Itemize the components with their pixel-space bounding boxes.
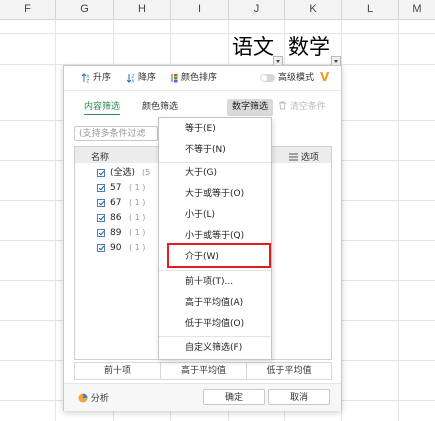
tab-color-filter[interactable]: 颜色筛选 xyxy=(142,100,178,114)
list-item-label: 67 xyxy=(110,198,122,208)
options-button[interactable]: 选项 xyxy=(289,150,319,163)
cell-chinese-header[interactable]: 语文 xyxy=(232,34,274,60)
list-item-label: 86 xyxy=(110,213,122,223)
sort-desc-label: 降序 xyxy=(138,73,157,83)
menu-separator xyxy=(159,162,271,163)
list-item-label: 89 xyxy=(110,228,122,238)
menu-item-not-equals[interactable]: 不等于(N) xyxy=(185,143,226,157)
sort-asc-label: 升序 xyxy=(93,73,112,83)
color-sort-label: 颜色排序 xyxy=(181,73,218,83)
trash-icon xyxy=(278,101,290,112)
search-input[interactable]: (支持多条件过滤 xyxy=(74,126,158,141)
color-sort-icon xyxy=(170,73,178,83)
tab-content-filter[interactable]: 内容筛选 xyxy=(84,100,121,115)
color-sort-button[interactable]: 颜色排序 xyxy=(170,72,217,85)
list-item-checkbox[interactable] xyxy=(97,214,105,222)
column-header-f[interactable]: F xyxy=(0,0,56,19)
list-item-label: (全选) xyxy=(110,168,136,178)
menu-item-below-average[interactable]: 低于平均值(O) xyxy=(185,317,244,331)
column-header-h[interactable]: H xyxy=(114,0,171,19)
svg-text:A: A xyxy=(132,78,135,83)
menu-separator xyxy=(159,270,271,271)
grid-line xyxy=(0,33,435,34)
column-header-m[interactable]: M xyxy=(399,0,435,19)
advanced-mode-toggle[interactable] xyxy=(260,74,275,82)
sort-desc-icon: ZA xyxy=(126,73,135,83)
cell-math-header[interactable]: 数学 xyxy=(288,34,330,60)
number-filter-button[interactable]: 数字筛选 xyxy=(227,99,273,116)
list-item-count: (5 xyxy=(142,168,151,177)
list-item-count: ( 1 ) xyxy=(129,198,146,207)
column-header-l[interactable]: L xyxy=(342,0,399,19)
list-item-checkbox[interactable] xyxy=(97,199,105,207)
sort-desc-button[interactable]: ZA 降序 xyxy=(126,72,157,85)
list-item-checkbox[interactable] xyxy=(97,184,105,192)
quick-filter-row: 前十项 高于平均值 低于平均值 xyxy=(74,362,332,380)
svg-text:Z: Z xyxy=(87,78,90,83)
clear-conditions-button[interactable]: 清空条件 xyxy=(278,100,326,114)
panel-footer: 分析 确定 取消 xyxy=(64,383,341,411)
ok-button[interactable]: 确定 xyxy=(203,389,265,405)
number-filter-menu: 等于(E) 不等于(N) 大于(G) 大于或等于(O) 小于(L) 小于或等于(… xyxy=(158,117,272,360)
cancel-button[interactable]: 取消 xyxy=(268,389,330,405)
menu-item-greater-or-equal[interactable]: 大于或等于(O) xyxy=(185,187,244,201)
list-item-checkbox[interactable] xyxy=(97,244,105,252)
list-item-count: ( 1 ) xyxy=(129,213,146,222)
filter-toolbar: AZ 升序 ZA 降序 颜色排序 高级模式 V xyxy=(64,66,341,91)
top-ten-button[interactable]: 前十项 xyxy=(75,363,160,379)
options-label: 选项 xyxy=(300,153,319,163)
clear-conditions-label: 清空条件 xyxy=(289,102,326,112)
list-item-checkbox[interactable] xyxy=(97,229,105,237)
below-average-button[interactable]: 低于平均值 xyxy=(247,363,331,379)
above-average-button[interactable]: 高于平均值 xyxy=(161,363,246,379)
column-header-bar: F G H I J K L M xyxy=(0,0,435,20)
list-icon xyxy=(289,153,301,163)
analysis-button[interactable]: 分析 xyxy=(78,391,109,404)
list-item-count: ( 1 ) xyxy=(129,228,146,237)
menu-item-top-ten[interactable]: 前十项(T)... xyxy=(185,275,233,289)
vip-icon: V xyxy=(320,70,330,84)
menu-item-equals[interactable]: 等于(E) xyxy=(185,122,216,136)
name-column-header: 名称 xyxy=(91,153,110,163)
sort-asc-button[interactable]: AZ 升序 xyxy=(81,72,112,85)
menu-item-less-or-equal[interactable]: 小于或等于(Q) xyxy=(185,229,244,243)
sort-asc-icon: AZ xyxy=(81,72,90,83)
highlight-box xyxy=(167,243,271,268)
list-item-label: 57 xyxy=(110,183,122,193)
analysis-label: 分析 xyxy=(90,394,109,404)
column-header-k[interactable]: K xyxy=(285,0,342,19)
select-all-checkbox[interactable] xyxy=(97,169,105,177)
menu-item-greater-than[interactable]: 大于(G) xyxy=(185,166,217,180)
list-item-count: ( 1 ) xyxy=(129,243,146,252)
menu-item-custom-filter[interactable]: 自定义筛选(F) xyxy=(185,341,242,355)
column-header-j[interactable]: J xyxy=(229,0,285,19)
list-item-count: ( 1 ) xyxy=(129,183,146,192)
menu-item-less-than[interactable]: 小于(L) xyxy=(185,208,215,222)
column-header-i[interactable]: I xyxy=(171,0,229,19)
menu-separator xyxy=(159,336,271,337)
pie-chart-icon xyxy=(78,393,91,404)
advanced-mode-label: 高级模式 xyxy=(278,73,315,83)
list-item-label: 90 xyxy=(110,243,122,253)
column-header-g[interactable]: G xyxy=(56,0,114,19)
menu-item-above-average[interactable]: 高于平均值(A) xyxy=(185,296,243,310)
